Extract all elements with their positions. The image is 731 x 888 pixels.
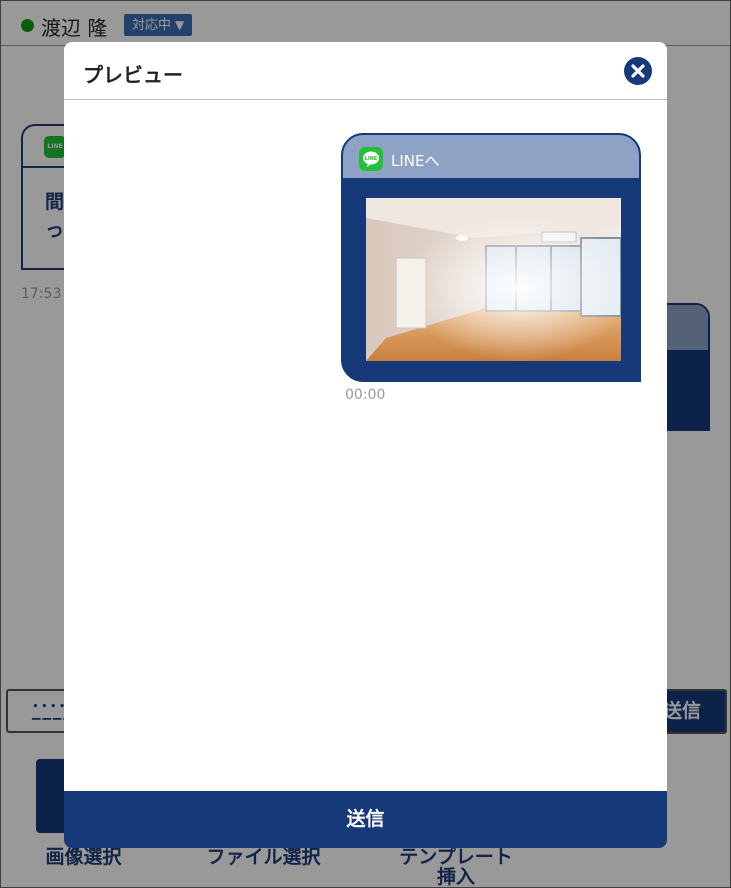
modal-header: プレビュー (64, 42, 667, 100)
message-preview-bubble: LINE LINEへ (341, 133, 641, 382)
line-icon: LINE (359, 147, 383, 171)
svg-text:LINE: LINE (365, 156, 378, 162)
preview-timestamp: 00:00 (345, 387, 386, 403)
bubble-header: LINE LINEへ (343, 135, 639, 180)
close-button[interactable] (624, 57, 652, 85)
bubble-destination: LINEへ (391, 152, 440, 170)
modal-send-button[interactable]: 送信 (64, 791, 667, 848)
preview-modal: プレビュー LINE LINEへ 00:00 送信 (64, 42, 667, 848)
modal-title: プレビュー (83, 63, 183, 87)
room-photo-image (366, 198, 621, 361)
close-icon[interactable] (624, 57, 652, 85)
